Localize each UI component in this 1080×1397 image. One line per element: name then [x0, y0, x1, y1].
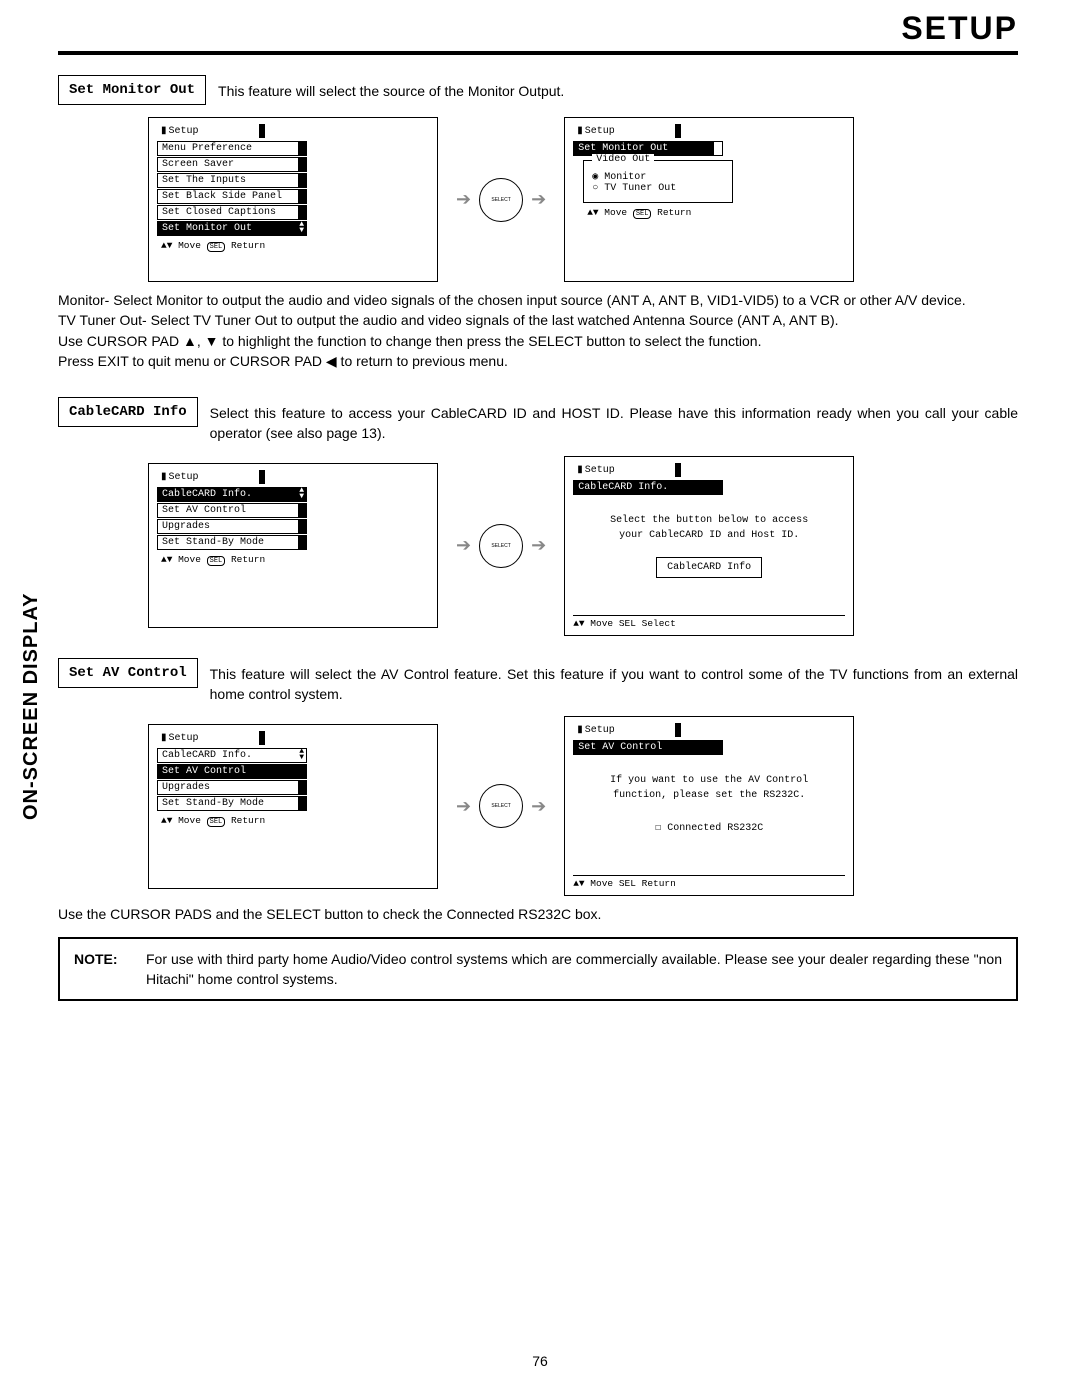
- sel-badge-icon: SEL: [619, 618, 636, 629]
- body-text: Use the CURSOR PADS and the SELECT butto…: [58, 904, 1018, 924]
- osd-hint: ▲▼ Move SEL Select: [573, 615, 845, 629]
- osd-av-control-detail: Setup Set AV Control If you want to use …: [564, 716, 854, 896]
- updown-icon: ▲▼: [587, 207, 598, 218]
- section-label-monitor-out: Set Monitor Out: [58, 75, 206, 105]
- updown-icon: ▲▼: [573, 618, 584, 629]
- menu-item[interactable]: Set Black Side Panel: [157, 189, 307, 204]
- osd-hint: ▲▼ Move SEL Return: [157, 554, 429, 565]
- sel-badge-icon: SEL: [619, 878, 636, 889]
- arrow-right-icon: ➔: [531, 796, 546, 817]
- osd-title: Setup: [157, 124, 265, 138]
- select-button-icon[interactable]: SELECT: [479, 784, 523, 828]
- side-tab-label: ON-SCREEN DISPLAY: [20, 593, 43, 820]
- osd-title: Setup: [157, 470, 265, 484]
- screens-row-2: Setup CableCARD Info.▲▼ Set AV Control U…: [148, 456, 1018, 636]
- section-label-av-control: Set AV Control: [58, 658, 198, 688]
- radio-monitor[interactable]: Monitor: [592, 171, 724, 183]
- nav-arrow-group: ➔ SELECT ➔: [456, 784, 546, 828]
- note-label: NOTE:: [74, 949, 128, 990]
- updown-icon: ▲▼: [299, 488, 304, 500]
- menu-item[interactable]: Set Stand-By Mode: [157, 535, 307, 550]
- menu-item-selected[interactable]: CableCARD Info.▲▼: [157, 487, 307, 502]
- osd-setup-menu-3: Setup CableCARD Info.▲▼ Set AV Control U…: [148, 724, 438, 889]
- updown-icon: ▲▼: [161, 815, 172, 826]
- menu-item-selected: CableCARD Info.: [573, 480, 723, 495]
- radio-tv-tuner-out[interactable]: TV Tuner Out: [592, 183, 724, 194]
- note-text: For use with third party home Audio/Vide…: [146, 949, 1002, 990]
- arrow-right-icon: ➔: [456, 189, 471, 210]
- checkbox-connected-rs232c[interactable]: Connected RS232C: [583, 821, 835, 836]
- section-desc-monitor-out: This feature will select the source of t…: [218, 75, 1018, 101]
- osd-title: Setup: [573, 463, 681, 477]
- video-out-group: Video Out Monitor TV Tuner Out: [583, 160, 733, 203]
- menu-item[interactable]: CableCARD Info.▲▼: [157, 748, 307, 763]
- sel-badge-icon: SEL: [207, 817, 226, 827]
- updown-icon: ▲▼: [161, 554, 172, 565]
- section-av-control: Set AV Control This feature will select …: [58, 658, 1018, 705]
- menu-item-selected: Set AV Control: [573, 740, 723, 755]
- osd-title: Setup: [157, 731, 265, 745]
- page-title: SETUP: [58, 10, 1018, 47]
- section-set-monitor-out: Set Monitor Out This feature will select…: [58, 75, 1018, 105]
- menu-item-selected[interactable]: Set Monitor Out▲▼: [157, 221, 307, 236]
- menu-item[interactable]: Upgrades: [157, 780, 307, 795]
- arrow-right-icon: ➔: [531, 189, 546, 210]
- updown-icon: ▲▼: [299, 749, 304, 761]
- section-cablecard: CableCARD Info Select this feature to ac…: [58, 397, 1018, 444]
- group-legend: Video Out: [592, 154, 654, 165]
- nav-arrow-group: ➔ SELECT ➔: [456, 178, 546, 222]
- osd-body-text: Select the button below to access your C…: [583, 513, 835, 578]
- menu-item-selected[interactable]: Set AV Control: [157, 764, 307, 779]
- sel-badge-icon: SEL: [633, 209, 652, 219]
- osd-body-text: If you want to use the AV Control functi…: [583, 773, 835, 836]
- cablecard-info-button[interactable]: CableCARD Info: [656, 557, 762, 578]
- osd-setup-menu-2: Setup CableCARD Info.▲▼ Set AV Control U…: [148, 463, 438, 628]
- updown-icon: ▲▼: [573, 878, 584, 889]
- section-desc-cablecard: Select this feature to access your Cable…: [210, 397, 1018, 444]
- osd-title: Setup: [573, 124, 681, 138]
- note-box: NOTE: For use with third party home Audi…: [58, 937, 1018, 1002]
- updown-icon: ▲▼: [161, 240, 172, 251]
- osd-hint: ▲▼ Move SEL Return: [573, 875, 845, 889]
- osd-monitor-out-detail: Setup Set Monitor Out Video Out Monitor …: [564, 117, 854, 282]
- menu-item[interactable]: Set Stand-By Mode: [157, 796, 307, 811]
- screens-row-3: Setup CableCARD Info.▲▼ Set AV Control U…: [148, 716, 1018, 896]
- menu-item[interactable]: Set Closed Captions: [157, 205, 307, 220]
- sel-badge-icon: SEL: [207, 242, 226, 252]
- menu-item[interactable]: Set The Inputs: [157, 173, 307, 188]
- arrow-right-icon: ➔: [531, 535, 546, 556]
- section-desc-av-control: This feature will select the AV Control …: [210, 658, 1018, 705]
- osd-hint: ▲▼ Move SEL Return: [583, 207, 845, 218]
- menu-item[interactable]: Upgrades: [157, 519, 307, 534]
- nav-arrow-group: ➔ SELECT ➔: [456, 524, 546, 568]
- sel-badge-icon: SEL: [207, 556, 226, 566]
- select-button-icon[interactable]: SELECT: [479, 524, 523, 568]
- header-rule: [58, 51, 1018, 55]
- updown-icon: ▲▼: [299, 222, 304, 234]
- osd-setup-menu-1: Setup Menu Preference Screen Saver Set T…: [148, 117, 438, 282]
- menu-item[interactable]: Screen Saver: [157, 157, 307, 172]
- osd-hint: ▲▼ Move SEL Return: [157, 815, 429, 826]
- osd-hint: ▲▼ Move SEL Return: [157, 240, 429, 251]
- osd-cablecard-detail: Setup CableCARD Info. Select the button …: [564, 456, 854, 636]
- menu-item[interactable]: Menu Preference: [157, 141, 307, 156]
- page-number: 76: [0, 1353, 1080, 1369]
- menu-item[interactable]: Set AV Control: [157, 503, 307, 518]
- arrow-right-icon: ➔: [456, 796, 471, 817]
- arrow-right-icon: ➔: [456, 535, 471, 556]
- osd-title: Setup: [573, 723, 681, 737]
- screens-row-1: Setup Menu Preference Screen Saver Set T…: [148, 117, 1018, 282]
- body-text: Monitor- Select Monitor to output the au…: [58, 290, 1018, 371]
- section-label-cablecard: CableCARD Info: [58, 397, 198, 427]
- select-button-icon[interactable]: SELECT: [479, 178, 523, 222]
